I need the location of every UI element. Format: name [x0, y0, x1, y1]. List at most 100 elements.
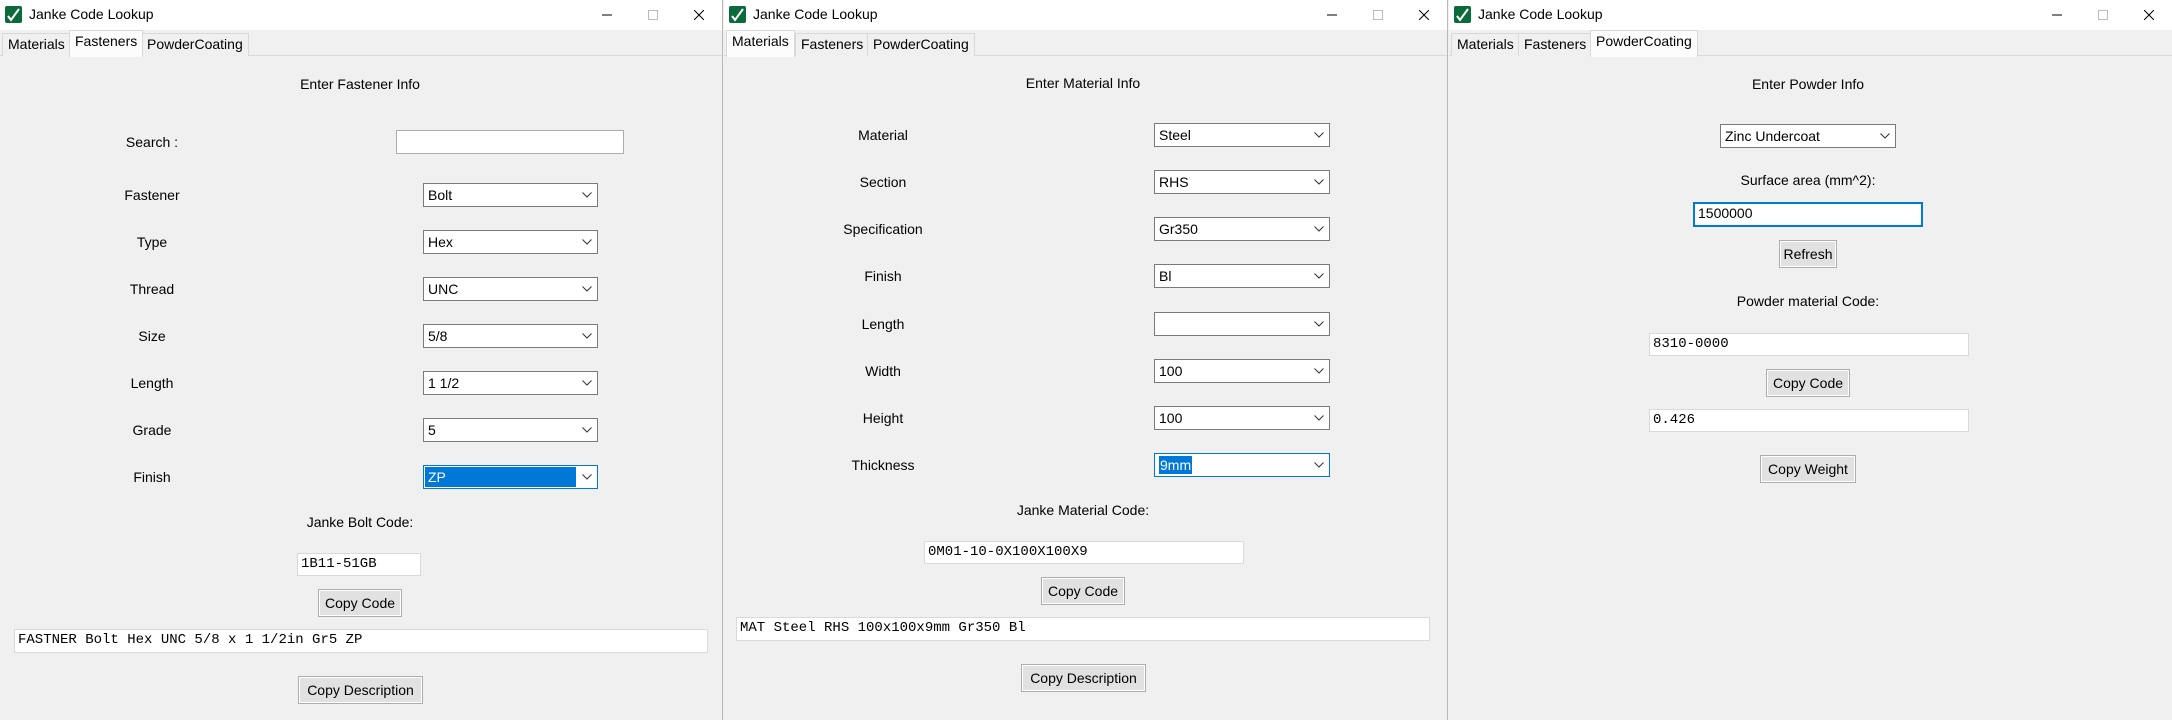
minimize-icon: [602, 14, 612, 16]
minimize-button[interactable]: [584, 0, 630, 30]
section-heading: Enter Fastener Info: [300, 76, 420, 92]
field-label-height: Height: [862, 410, 904, 426]
height-select[interactable]: 100: [1154, 406, 1330, 430]
minimize-button[interactable]: [1309, 0, 1355, 30]
chevron-down-icon[interactable]: [1309, 124, 1329, 146]
powder-code-field[interactable]: 8310-0000: [1649, 333, 1969, 356]
chevron-down-icon[interactable]: [577, 325, 597, 347]
fastener-select[interactable]: Bolt: [423, 183, 598, 207]
chevron-down-icon[interactable]: [577, 372, 597, 394]
description-field[interactable]: FASTNER Bolt Hex UNC 5/8 x 1 1/2in Gr5 Z…: [14, 629, 708, 653]
chevron-down-icon[interactable]: [1309, 360, 1329, 382]
title-bar[interactable]: Janke Code Lookup: [1449, 0, 2172, 30]
field-label-section: Section: [859, 174, 907, 190]
bolt-code-field[interactable]: 1B11-51GB: [297, 553, 421, 576]
minimize-button[interactable]: [2034, 0, 2080, 30]
maximize-button[interactable]: [1355, 0, 1401, 30]
field-label-size: Size: [138, 328, 166, 344]
chevron-down-icon[interactable]: [577, 184, 597, 206]
finish-select[interactable]: ZP: [423, 465, 598, 489]
app-logo-icon: [1454, 6, 1471, 23]
field-label-width: Width: [865, 363, 901, 379]
tab-materials[interactable]: Materials: [726, 30, 795, 57]
copy-weight-button[interactable]: Copy Weight: [1760, 455, 1856, 483]
type-select[interactable]: Hex: [423, 230, 598, 254]
copy-code-button[interactable]: Copy Code: [1766, 369, 1850, 397]
field-label-fastener: Fastener: [124, 187, 180, 203]
close-button[interactable]: [2126, 0, 2172, 30]
thickness-select[interactable]: 9mm: [1154, 453, 1330, 477]
field-label-specification: Specification: [843, 221, 923, 237]
tab-fasteners[interactable]: Fasteners: [1518, 33, 1593, 56]
tab-powdercoating[interactable]: PowderCoating: [867, 33, 975, 56]
maximize-icon: [1373, 10, 1383, 20]
maximize-button[interactable]: [2080, 0, 2126, 30]
title-bar[interactable]: Janke Code Lookup: [724, 0, 1447, 30]
grade-select[interactable]: 5: [423, 418, 598, 442]
close-button[interactable]: [1401, 0, 1447, 30]
window-title: Janke Code Lookup: [29, 6, 154, 22]
copy-code-button[interactable]: Copy Code: [318, 589, 402, 617]
material-select[interactable]: Steel: [1154, 123, 1330, 147]
chevron-down-icon[interactable]: [1309, 171, 1329, 193]
tab-materials[interactable]: Materials: [2, 33, 71, 56]
tab-strip: Materials Fasteners PowderCoating: [724, 30, 1447, 57]
field-label-length: Length: [861, 316, 905, 332]
section-heading: Enter Powder Info: [1751, 76, 1865, 92]
chevron-down-icon[interactable]: [577, 419, 597, 441]
title-bar[interactable]: Janke Code Lookup: [0, 0, 722, 30]
powder-type-value: Zinc Undercoat: [1725, 128, 1820, 144]
field-label-finish: Finish: [864, 268, 902, 284]
description-field[interactable]: MAT Steel RHS 100x100x9mm Gr350 Bl: [736, 617, 1430, 641]
specification-select[interactable]: Gr350: [1154, 217, 1330, 241]
length-select[interactable]: [1154, 312, 1330, 336]
chevron-down-icon[interactable]: [1309, 313, 1329, 335]
finish-select[interactable]: Bl: [1154, 264, 1330, 288]
copy-description-button[interactable]: Copy Description: [1021, 664, 1146, 692]
app-logo-icon: [729, 6, 746, 23]
copy-description-button[interactable]: Copy Description: [298, 676, 423, 704]
maximize-button[interactable]: [630, 0, 676, 30]
tab-materials[interactable]: Materials: [1451, 33, 1520, 56]
surface-area-input[interactable]: 1500000: [1693, 202, 1923, 227]
close-icon: [1419, 10, 1429, 20]
chevron-down-icon[interactable]: [577, 466, 597, 488]
maximize-icon: [648, 10, 658, 20]
size-select[interactable]: 5/8: [423, 324, 598, 348]
field-label-thread: Thread: [129, 281, 175, 297]
finish-value: ZP: [425, 467, 576, 487]
chevron-down-icon[interactable]: [1309, 407, 1329, 429]
refresh-button[interactable]: Refresh: [1779, 240, 1837, 268]
chevron-down-icon[interactable]: [1309, 454, 1329, 476]
size-value: 5/8: [428, 328, 448, 344]
section-select[interactable]: RHS: [1154, 170, 1330, 194]
weight-field[interactable]: 0.426: [1649, 409, 1969, 432]
material-code-field[interactable]: 0M01-10-0X100X100X9: [924, 541, 1244, 564]
tab-fasteners[interactable]: Fasteners: [795, 33, 870, 56]
tab-strip: Materials Fasteners PowderCoating: [1449, 30, 2172, 57]
thread-select[interactable]: UNC: [423, 277, 598, 301]
chevron-down-icon[interactable]: [1309, 265, 1329, 287]
chevron-down-icon[interactable]: [577, 278, 597, 300]
code-label: Janke Material Code:: [1016, 502, 1150, 518]
tab-fasteners[interactable]: Fasteners: [69, 30, 144, 57]
close-button[interactable]: [676, 0, 722, 30]
tab-powdercoating[interactable]: PowderCoating: [1590, 30, 1698, 57]
window-title: Janke Code Lookup: [1478, 6, 1603, 22]
code-label: Janke Bolt Code:: [306, 514, 414, 530]
chevron-down-icon[interactable]: [577, 231, 597, 253]
length-select[interactable]: 1 1/2: [423, 371, 598, 395]
powder-type-select[interactable]: Zinc Undercoat: [1720, 124, 1896, 148]
tab-powdercoating[interactable]: PowderCoating: [141, 33, 249, 56]
tab-strip: Materials Fasteners PowderCoating: [0, 30, 722, 57]
chevron-down-icon[interactable]: [1875, 125, 1895, 147]
width-select[interactable]: 100: [1154, 359, 1330, 383]
copy-code-button[interactable]: Copy Code: [1041, 577, 1125, 605]
field-label-length: Length: [130, 375, 174, 391]
field-label-grade: Grade: [132, 422, 172, 438]
thickness-value: 9mm: [1159, 456, 1193, 474]
fastener-value: Bolt: [428, 187, 453, 203]
chevron-down-icon[interactable]: [1309, 218, 1329, 240]
close-icon: [2144, 10, 2154, 20]
search-input[interactable]: [396, 130, 624, 154]
